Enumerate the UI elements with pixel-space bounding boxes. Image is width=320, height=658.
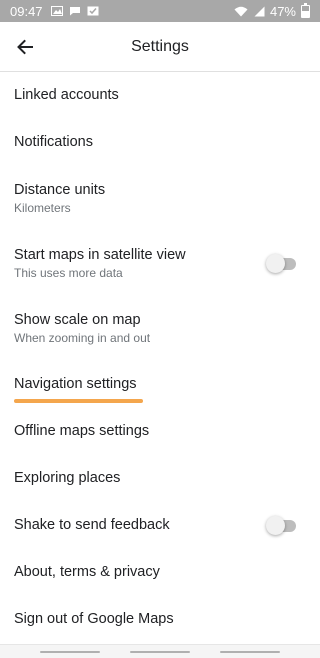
settings-item-sign-out[interactable]: Sign out of Google Maps [0, 596, 320, 643]
settings-item-satellite-view[interactable]: Start maps in satellite view This uses m… [0, 231, 320, 296]
settings-item-label: Show scale on map [14, 311, 141, 328]
settings-item-label: Start maps in satellite view [14, 246, 186, 263]
settings-item-sublabel: Kilometers [14, 200, 71, 215]
settings-item-navigation-settings[interactable]: Navigation settings [0, 361, 320, 408]
settings-item-label: Distance units [14, 181, 106, 198]
settings-item-label: Navigation settings [14, 376, 137, 392]
settings-item-label: Exploring places [14, 470, 121, 486]
battery-percent: 47% [269, 3, 296, 19]
settings-item-linked-accounts[interactable]: Linked accounts [0, 72, 320, 119]
settings-item-offline-maps[interactable]: Offline maps settings [0, 408, 320, 455]
settings-item-sublabel: When zooming in and out [14, 330, 151, 345]
status-time: 09:47 [10, 3, 43, 19]
settings-item-notifications[interactable]: Notifications [0, 119, 320, 166]
settings-item-label: Notifications [14, 134, 93, 150]
settings-item-label: Linked accounts [14, 87, 119, 103]
settings-item-exploring-places[interactable]: Exploring places [0, 455, 320, 502]
status-bar: 09:47 47% [0, 0, 320, 22]
check-icon [87, 6, 99, 16]
settings-item-shake-feedback[interactable]: Shake to send feedback [0, 502, 320, 549]
wifi-icon [234, 6, 248, 16]
toggle-knob [266, 253, 285, 273]
message-icon [69, 7, 80, 16]
system-nav-bar [0, 644, 320, 658]
nav-pill-left[interactable] [40, 651, 100, 653]
battery-icon [301, 2, 310, 18]
image-icon [50, 6, 63, 16]
arrow-back-icon [17, 39, 33, 55]
nav-pill-center[interactable] [130, 651, 190, 653]
back-button[interactable] [12, 34, 38, 60]
signal-icon [254, 6, 265, 16]
settings-item-label: Shake to send feedback [14, 517, 170, 533]
app-bar: Settings [0, 22, 320, 72]
settings-item-label: Sign out of Google Maps [14, 611, 174, 627]
status-notification-icons [50, 6, 99, 16]
toggle-knob [266, 515, 285, 535]
settings-item-label: Offline maps settings [14, 423, 150, 439]
settings-list: Linked accounts Notifications Distance u… [0, 72, 320, 643]
settings-item-about[interactable]: About, terms & privacy [0, 549, 320, 596]
settings-item-distance-units[interactable]: Distance units Kilometers [0, 166, 320, 231]
highlight-underline [14, 399, 143, 403]
settings-item-show-scale[interactable]: Show scale on map When zooming in and ou… [0, 296, 320, 361]
settings-item-label: About, terms & privacy [14, 564, 160, 580]
settings-item-sublabel: This uses more data [14, 265, 123, 280]
satellite-view-toggle[interactable] [266, 253, 296, 273]
status-right: 47% [234, 2, 310, 19]
nav-pill-right[interactable] [220, 651, 280, 653]
page-title: Settings [131, 37, 189, 55]
shake-feedback-toggle[interactable] [266, 515, 296, 535]
